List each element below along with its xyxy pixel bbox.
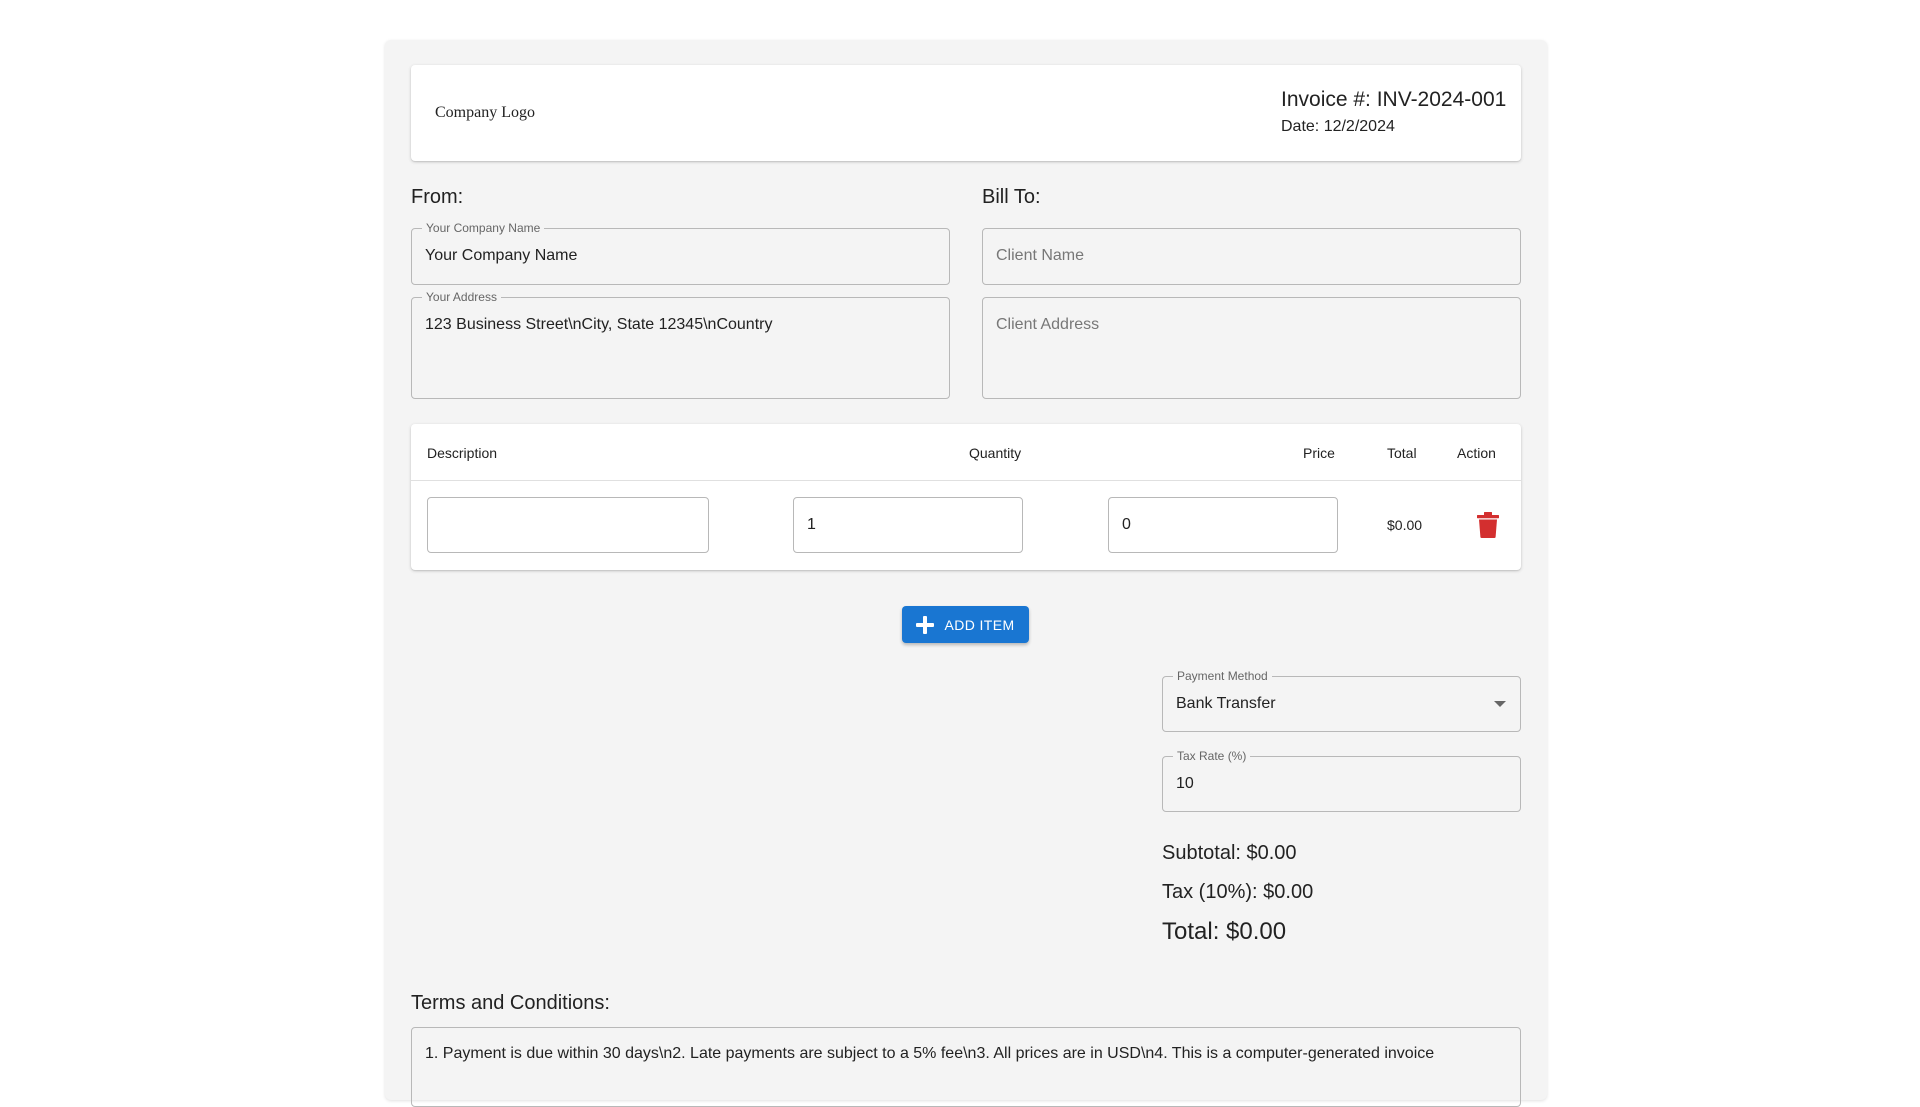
tax-rate-value: 10	[1176, 775, 1194, 792]
tax-rate-label: Tax Rate (%)	[1173, 749, 1251, 763]
company-name-value: Your Company Name	[425, 247, 578, 264]
invoice-info: Invoice #: INV-2024-001 Date: 12/2/2024	[1281, 88, 1506, 136]
item-quantity-input[interactable]: 1	[793, 497, 1023, 553]
client-name-field[interactable]: Client Name	[982, 228, 1521, 285]
invoice-date: Date: 12/2/2024	[1281, 118, 1395, 135]
tax-amount-text: Tax (10%): $0.00	[1162, 881, 1314, 903]
header-quantity: Quantity	[969, 445, 1022, 461]
add-item-label: ADD ITEM	[944, 616, 1015, 633]
subtotal-text: Subtotal: $0.00	[1162, 842, 1297, 864]
client-name-placeholder: Client Name	[996, 247, 1085, 264]
delete-item-button[interactable]	[1469, 506, 1507, 544]
item-description-input[interactable]	[427, 497, 709, 553]
company-address-field[interactable]: Your Address 123 Business Street\nCity, …	[411, 290, 950, 399]
client-address-placeholder: Client Address	[996, 316, 1100, 333]
header-action: Action	[1457, 445, 1496, 461]
caret-down-icon	[1494, 701, 1506, 707]
add-item-button[interactable]: ADD ITEM	[902, 606, 1029, 643]
item-price-value: 0	[1122, 516, 1131, 533]
header-total: Total	[1387, 445, 1417, 461]
items-table: Description Quantity Price Total Action …	[411, 424, 1521, 570]
company-name-field[interactable]: Your Company Name Your Company Name	[411, 221, 950, 285]
payment-method-label: Payment Method	[1173, 669, 1272, 683]
company-logo: Company Logo	[431, 104, 535, 122]
from-title: From:	[411, 186, 464, 208]
item-price-input[interactable]: 0	[1108, 497, 1338, 553]
client-address-field[interactable]: Client Address	[982, 297, 1521, 399]
trash-icon	[1477, 512, 1499, 538]
header-price: Price	[1303, 445, 1335, 461]
bill-to-title: Bill To:	[982, 186, 1041, 208]
table-divider	[411, 480, 1521, 481]
company-address-label: Your Address	[422, 290, 501, 304]
item-total: $0.00	[1387, 517, 1423, 533]
company-name-label: Your Company Name	[422, 221, 545, 235]
payment-method-value: Bank Transfer	[1176, 695, 1276, 712]
company-address-value: 123 Business Street\nCity, State 12345\n…	[425, 316, 773, 333]
tax-rate-field[interactable]: Tax Rate (%) 10	[1162, 749, 1521, 812]
invoice-number: Invoice #: INV-2024-001	[1281, 88, 1507, 111]
payment-method-select[interactable]: Payment Method Bank Transfer	[1162, 669, 1521, 732]
company-logo-alt: Company Logo	[435, 104, 535, 121]
item-quantity-value: 1	[807, 516, 816, 533]
terms-field[interactable]: 1. Payment is due within 30 days\n2. Lat…	[411, 1027, 1521, 1107]
broken-image-icon	[431, 105, 433, 121]
grand-total-text: Total: $0.00	[1162, 918, 1287, 945]
invoice-paper: Company Logo Invoice #: INV-2024-001 Dat…	[385, 40, 1547, 1107]
terms-value: 1. Payment is due within 30 days\n2. Lat…	[425, 1045, 1435, 1062]
invoice-header: Company Logo Invoice #: INV-2024-001 Dat…	[411, 65, 1521, 161]
header-description: Description	[427, 445, 498, 461]
plus-icon	[916, 615, 935, 634]
terms-title: Terms and Conditions:	[411, 992, 610, 1014]
